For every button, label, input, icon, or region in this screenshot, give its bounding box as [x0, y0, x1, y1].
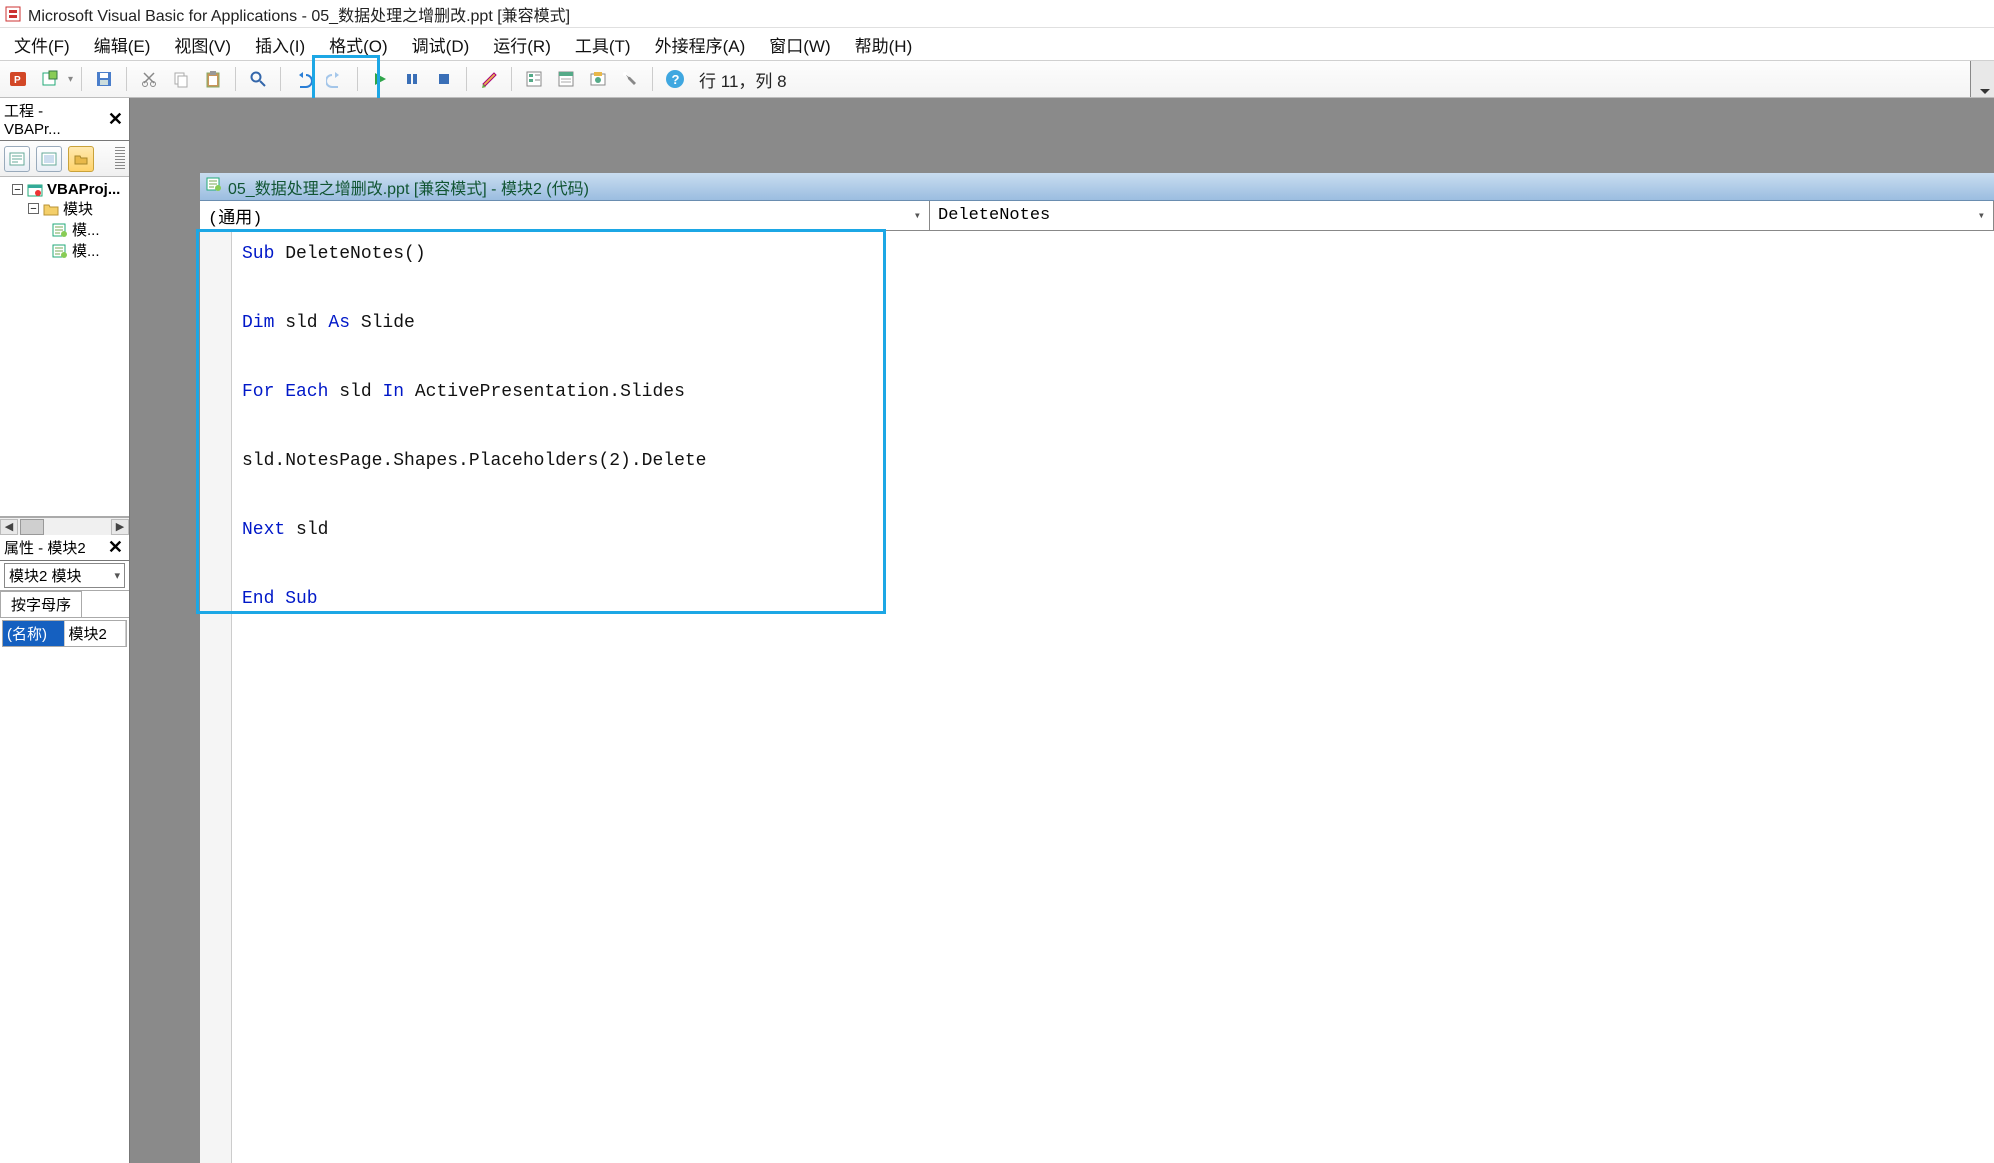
chevron-down-icon: ▾	[1978, 208, 1985, 223]
code-window-dropdowns: (通用) ▾ DeleteNotes ▾	[200, 201, 1994, 231]
properties-grid: (名称) 模块2	[2, 620, 127, 647]
powerpoint-icon[interactable]: P	[4, 65, 32, 93]
property-name-value[interactable]: 模块2	[65, 621, 127, 646]
menu-addins[interactable]: 外接程序(A)	[647, 30, 754, 59]
project-explorer-toolbar	[0, 141, 129, 177]
undo-icon[interactable]	[289, 65, 317, 93]
close-icon[interactable]: ✕	[104, 537, 127, 558]
toggle-folders-icon[interactable]	[68, 146, 94, 172]
object-dropdown[interactable]: (通用) ▾	[200, 201, 930, 230]
module-icon	[206, 177, 222, 196]
tree-project-root: − VBAProj...	[2, 181, 127, 198]
tree-module2: 模...	[2, 240, 127, 261]
tree-modules-label[interactable]: 模块	[63, 198, 93, 219]
help-icon[interactable]: ?	[661, 65, 689, 93]
reset-icon[interactable]	[430, 65, 458, 93]
scroll-left-icon[interactable]: ◀	[0, 519, 18, 535]
project-explorer-title: 工程 - VBAPr... ✕	[0, 98, 129, 141]
toolbox-icon[interactable]	[616, 65, 644, 93]
code-editor[interactable]: Sub DeleteNotes() Dim sld As Slide For E…	[200, 231, 1994, 1163]
redo-icon[interactable]	[321, 65, 349, 93]
close-icon[interactable]: ✕	[104, 109, 127, 130]
svg-text:?: ?	[672, 72, 680, 87]
menu-format[interactable]: 格式(O)	[321, 30, 396, 59]
svg-text:P: P	[14, 75, 21, 86]
procedure-dropdown[interactable]: DeleteNotes ▾	[930, 201, 1994, 230]
mdi-client-area: 05_数据处理之增删改.ppt [兼容模式] - 模块2 (代码) (通用) ▾…	[130, 98, 1994, 1163]
left-dock: 工程 - VBAPr... ✕ − VBAProj... − 模块 模..	[0, 98, 130, 1163]
design-mode-icon[interactable]	[475, 65, 503, 93]
tree-modules-folder: − 模块	[2, 198, 127, 219]
folder-icon	[43, 201, 59, 217]
menu-tools[interactable]: 工具(T)	[567, 30, 639, 59]
property-name-label: (名称)	[3, 621, 65, 646]
properties-tabs: 按字母序	[0, 591, 129, 618]
menu-window[interactable]: 窗口(W)	[761, 30, 838, 59]
tree-module2-label[interactable]: 模...	[72, 240, 100, 261]
properties-object-selector[interactable]: 模块2 模块 ▾	[0, 561, 129, 591]
project-tree[interactable]: − VBAProj... − 模块 模... 模...	[0, 177, 129, 517]
properties-title-text: 属性 - 模块2	[4, 537, 86, 558]
find-icon[interactable]	[244, 65, 272, 93]
property-row-name: (名称) 模块2	[3, 621, 126, 646]
code-gutter	[200, 231, 232, 1163]
project-icon	[27, 182, 43, 198]
procedure-dropdown-value: DeleteNotes	[938, 206, 1050, 225]
save-icon[interactable]	[90, 65, 118, 93]
pane-grip-icon[interactable]	[115, 147, 125, 171]
window-title: Microsoft Visual Basic for Applications …	[28, 2, 570, 26]
object-browser-icon[interactable]	[584, 65, 612, 93]
module-icon	[52, 222, 68, 238]
copy-icon[interactable]	[167, 65, 195, 93]
menu-debug[interactable]: 调试(D)	[404, 30, 478, 59]
view-code-icon[interactable]	[4, 146, 30, 172]
properties-object-name: 模块2 模块	[9, 565, 82, 586]
scroll-thumb[interactable]	[20, 519, 44, 535]
tree-module1-label[interactable]: 模...	[72, 219, 100, 240]
properties-title: 属性 - 模块2 ✕	[0, 535, 129, 561]
code-window-titlebar[interactable]: 05_数据处理之增删改.ppt [兼容模式] - 模块2 (代码)	[200, 173, 1994, 201]
window-titlebar: Microsoft Visual Basic for Applications …	[0, 0, 1994, 28]
insert-module-icon[interactable]	[36, 65, 64, 93]
project-tree-hscroll[interactable]: ◀ ▶	[0, 517, 129, 535]
module-icon	[52, 243, 68, 259]
paste-icon[interactable]	[199, 65, 227, 93]
standard-toolbar: P ▾ ? 行 11，列 8	[0, 60, 1994, 98]
menu-view[interactable]: 视图(V)	[166, 30, 239, 59]
menubar: 文件(F) 编辑(E) 视图(V) 插入(I) 格式(O) 调试(D) 运行(R…	[0, 28, 1994, 60]
cut-icon[interactable]	[135, 65, 163, 93]
app-icon	[4, 5, 22, 23]
menu-insert[interactable]: 插入(I)	[247, 30, 313, 59]
menu-edit[interactable]: 编辑(E)	[86, 30, 159, 59]
view-object-icon[interactable]	[36, 146, 62, 172]
code-text[interactable]: Sub DeleteNotes() Dim sld As Slide For E…	[232, 231, 1994, 1163]
break-icon[interactable]	[398, 65, 426, 93]
run-icon[interactable]	[366, 65, 394, 93]
chevron-down-icon: ▾	[114, 569, 120, 582]
object-dropdown-value: (通用)	[208, 203, 262, 229]
menu-help[interactable]: 帮助(H)	[847, 30, 921, 59]
toolbar-overflow-grip[interactable]	[1970, 61, 1994, 97]
main-client-area: 工程 - VBAPr... ✕ − VBAProj... − 模块 模..	[0, 98, 1994, 1163]
menu-file[interactable]: 文件(F)	[6, 30, 78, 59]
scroll-right-icon[interactable]: ▶	[111, 519, 129, 535]
menu-run[interactable]: 运行(R)	[485, 30, 559, 59]
project-explorer-icon[interactable]	[520, 65, 548, 93]
cursor-position: 行 11，列 8	[699, 67, 787, 92]
code-window-title: 05_数据处理之增删改.ppt [兼容模式] - 模块2 (代码)	[228, 175, 589, 199]
tree-project-label[interactable]: VBAProj...	[47, 181, 120, 198]
code-window: 05_数据处理之增删改.ppt [兼容模式] - 模块2 (代码) (通用) ▾…	[200, 173, 1994, 1163]
project-explorer-title-text: 工程 - VBAPr...	[4, 100, 104, 138]
properties-window-icon[interactable]	[552, 65, 580, 93]
tree-module1: 模...	[2, 219, 127, 240]
chevron-down-icon: ▾	[914, 208, 921, 223]
tab-alphabetic[interactable]: 按字母序	[0, 591, 82, 617]
